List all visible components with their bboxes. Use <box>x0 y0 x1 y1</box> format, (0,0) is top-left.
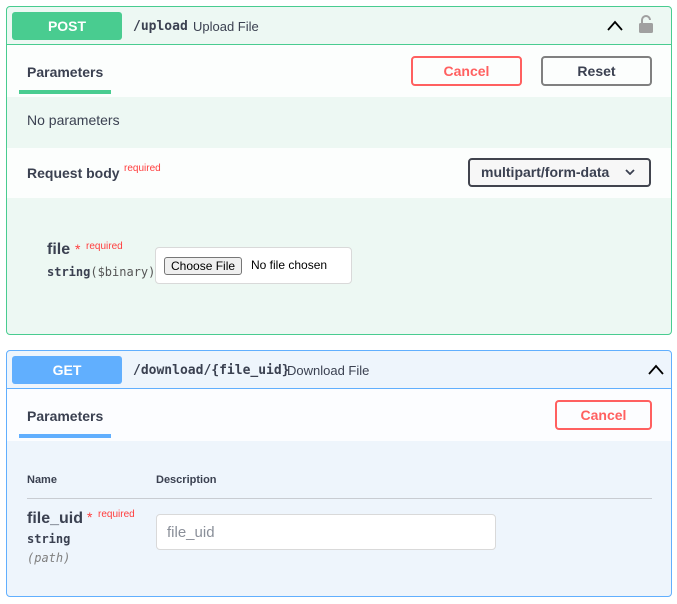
required-star: * <box>87 509 93 525</box>
param-location: (path) <box>27 551 71 565</box>
chevron-up-icon[interactable] <box>606 18 624 34</box>
tab-parameters[interactable]: Parameters <box>27 64 103 80</box>
field-type: string($binary) <box>47 265 155 279</box>
endpoint-path: /download/{file_uid} <box>133 363 290 378</box>
param-name: file_uid <box>27 510 84 527</box>
request-body-header: Request body required multipart/form-dat… <box>7 148 671 198</box>
no-parameters-text: No parameters <box>27 112 120 128</box>
cancel-button[interactable]: Cancel <box>411 56 522 86</box>
file-input[interactable]: Choose File No file chosen <box>155 247 352 284</box>
tab-active-indicator <box>19 90 111 94</box>
column-header-name: Name <box>27 474 57 486</box>
field-name: file <box>47 241 71 258</box>
param-required-label: required <box>98 509 135 520</box>
choose-file-button[interactable]: Choose File <box>164 257 243 275</box>
parameters-section-header: Parameters Cancel Reset <box>7 45 671 97</box>
request-body-label: Request body <box>27 165 120 181</box>
content-type-value: multipart/form-data <box>481 164 610 180</box>
required-star: * <box>75 241 81 257</box>
column-header-description: Description <box>156 474 217 486</box>
lock-icon[interactable] <box>638 14 654 34</box>
method-badge-get: GET <box>12 356 122 384</box>
param-type: string <box>27 532 71 546</box>
opblock-summary-post[interactable]: POST /upload Upload File <box>7 7 671 45</box>
tab-parameters[interactable]: Parameters <box>27 408 103 424</box>
field-required-label: required <box>86 241 123 252</box>
field-type-format: ($binary) <box>90 265 156 279</box>
required-label: required <box>124 163 161 174</box>
reset-button[interactable]: Reset <box>541 56 652 86</box>
endpoint-path: /upload <box>133 19 188 34</box>
endpoint-summary: Upload File <box>193 19 259 34</box>
opblock-post-upload: POST /upload Upload File Parameters Canc… <box>6 6 672 335</box>
field-type-string: string <box>47 265 91 279</box>
chevron-down-icon <box>625 169 635 175</box>
endpoint-summary: Download File <box>287 363 370 378</box>
table-header-divider <box>27 498 652 499</box>
file-uid-input[interactable] <box>156 514 496 550</box>
opblock-get-download: GET /download/{file_uid} Download File P… <box>6 350 672 597</box>
no-file-chosen-text: No file chosen <box>251 258 328 272</box>
method-badge-post: POST <box>12 12 122 40</box>
tab-active-indicator <box>19 434 111 438</box>
chevron-up-icon[interactable] <box>647 362 665 378</box>
opblock-summary-get[interactable]: GET /download/{file_uid} Download File <box>7 351 671 389</box>
content-type-select[interactable]: multipart/form-data <box>468 158 651 187</box>
parameters-section-header: Parameters Cancel <box>7 389 671 441</box>
cancel-button[interactable]: Cancel <box>555 400 652 430</box>
